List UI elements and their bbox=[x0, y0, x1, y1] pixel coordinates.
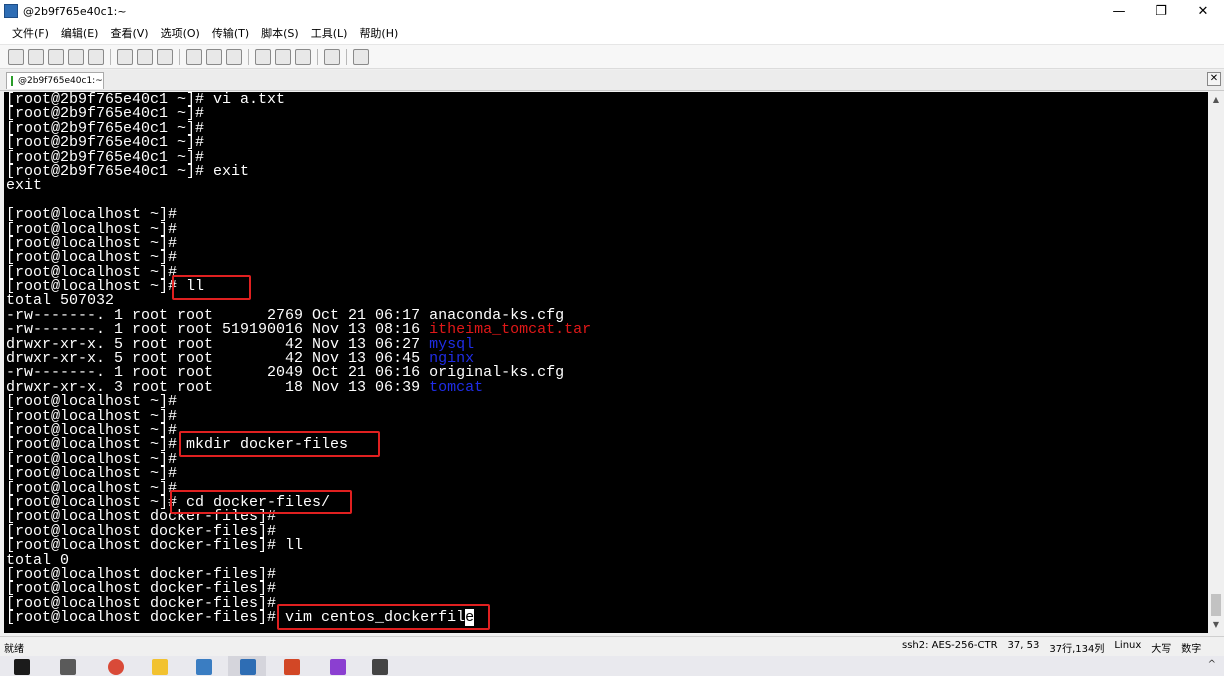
system-tray: ^ bbox=[1208, 659, 1216, 670]
session-options-icon[interactable] bbox=[255, 48, 271, 65]
title-bar: @2b9f765e40c1:~ — ❐ ✕ bbox=[0, 0, 1224, 22]
terminal-line: exit bbox=[6, 177, 591, 195]
toolbar-separator bbox=[179, 48, 180, 65]
session-tab-bar: @2b9f765e40c1:~ ✕ bbox=[0, 70, 1224, 91]
terminal-line: [root@localhost docker-files]# ll bbox=[6, 538, 591, 553]
intellij-icon[interactable] bbox=[330, 659, 346, 675]
toolbar-separator bbox=[110, 48, 111, 65]
toolbar bbox=[0, 45, 1224, 69]
terminal-output: [root@2b9f765e40c1 ~]# vi a.txt [root@2b9… bbox=[6, 92, 591, 627]
tab-close-icon[interactable]: ✕ bbox=[1207, 72, 1221, 86]
close-icon[interactable]: ✕ bbox=[1182, 0, 1224, 22]
copy-icon[interactable] bbox=[117, 48, 133, 65]
highlight-box-mkdir bbox=[179, 431, 380, 457]
tray-chevron-icon[interactable]: ^ bbox=[1208, 659, 1216, 670]
status-num: 数字 bbox=[1181, 644, 1202, 655]
reconnect-icon[interactable] bbox=[68, 48, 84, 65]
disconnect-icon[interactable] bbox=[88, 48, 104, 65]
terminal-scrollbar[interactable]: ▲ ▼ bbox=[1208, 92, 1224, 633]
securecrt-app-icon bbox=[4, 4, 18, 18]
menu-bar: 文件(F) 编辑(E) 查看(V) 选项(O) 传输(T) 脚本(S) 工具(L… bbox=[0, 22, 1224, 45]
key-icon[interactable] bbox=[295, 48, 311, 65]
status-terminal-size: 37行,134列 bbox=[1049, 644, 1105, 655]
menu-tools[interactable]: 工具(L) bbox=[305, 25, 354, 41]
help-icon[interactable] bbox=[324, 48, 340, 65]
menu-help[interactable]: 帮助(H) bbox=[353, 25, 404, 41]
terminal-line-text: exit bbox=[6, 177, 43, 195]
menu-edit[interactable]: 编辑(E) bbox=[55, 25, 105, 41]
typora-icon[interactable] bbox=[372, 659, 388, 675]
toolbar-separator bbox=[248, 48, 249, 65]
highlight-box-cd bbox=[170, 490, 352, 514]
keymap-icon[interactable] bbox=[353, 48, 369, 65]
windows-start-icon[interactable] bbox=[14, 659, 30, 675]
terminal-view[interactable]: [root@2b9f765e40c1 ~]# vi a.txt [root@2b9… bbox=[4, 92, 1208, 633]
print-setup-icon[interactable] bbox=[186, 48, 202, 65]
find-icon[interactable] bbox=[157, 48, 173, 65]
status-ready: 就绪 bbox=[4, 643, 24, 655]
menu-script[interactable]: 脚本(S) bbox=[255, 25, 305, 41]
securecrt-taskbar-icon[interactable] bbox=[240, 659, 256, 675]
session-tab-label: @2b9f765e40c1:~ bbox=[18, 76, 103, 86]
status-os: Linux bbox=[1114, 640, 1142, 651]
status-caps: 大写 bbox=[1151, 644, 1172, 655]
window-title: @2b9f765e40c1:~ bbox=[23, 4, 127, 18]
minimize-icon[interactable]: — bbox=[1098, 0, 1140, 22]
menu-options[interactable]: 选项(O) bbox=[155, 25, 206, 41]
log-icon[interactable] bbox=[206, 48, 222, 65]
scroll-up-arrow-icon[interactable]: ▲ bbox=[1210, 94, 1222, 106]
highlight-box-vim bbox=[277, 604, 490, 630]
window-controls: — ❐ ✕ bbox=[1098, 0, 1224, 22]
quick-connect-icon[interactable] bbox=[28, 48, 44, 65]
powerpoint-icon[interactable] bbox=[284, 659, 300, 675]
scroll-thumb[interactable] bbox=[1211, 594, 1221, 616]
status-session: ssh2: AES-256-CTR bbox=[902, 640, 998, 651]
terminal-line: [root@2b9f765e40c1 ~]# exit bbox=[6, 162, 591, 180]
windows-taskbar: ^ bbox=[0, 656, 1224, 676]
toolbar-separator bbox=[317, 48, 318, 65]
toolbar-separator bbox=[346, 48, 347, 65]
menu-file[interactable]: 文件(F) bbox=[6, 25, 55, 41]
terminal-line-text: [root@2b9f765e40c1 ~]# exit bbox=[6, 162, 250, 180]
connected-indicator-icon bbox=[11, 76, 13, 86]
ls-entry-name: tomcat bbox=[429, 378, 484, 396]
session-tab[interactable]: @2b9f765e40c1:~ bbox=[6, 72, 104, 89]
chrome-icon[interactable] bbox=[108, 659, 124, 675]
paste-icon[interactable] bbox=[137, 48, 153, 65]
menu-view[interactable]: 查看(V) bbox=[104, 25, 154, 41]
status-details: ssh2: AES-256-CTR 37, 53 37行,134列 Linux … bbox=[902, 640, 1201, 655]
highlight-box-ll bbox=[172, 275, 251, 300]
file-explorer-icon[interactable] bbox=[152, 659, 168, 675]
status-cursor-position: 37, 53 bbox=[1007, 640, 1040, 651]
app-icon[interactable] bbox=[196, 659, 212, 675]
app-icon[interactable] bbox=[60, 659, 76, 675]
connect-tab-icon[interactable] bbox=[48, 48, 64, 65]
global-options-icon[interactable] bbox=[275, 48, 291, 65]
connect-icon[interactable] bbox=[8, 48, 24, 65]
status-bar: 就绪 ssh2: AES-256-CTR 37, 53 37行,134列 Lin… bbox=[0, 636, 1224, 657]
print-icon[interactable] bbox=[226, 48, 242, 65]
restore-icon[interactable]: ❐ bbox=[1140, 0, 1182, 22]
menu-transfer[interactable]: 传输(T) bbox=[206, 25, 255, 41]
scroll-down-arrow-icon[interactable]: ▼ bbox=[1210, 619, 1222, 631]
